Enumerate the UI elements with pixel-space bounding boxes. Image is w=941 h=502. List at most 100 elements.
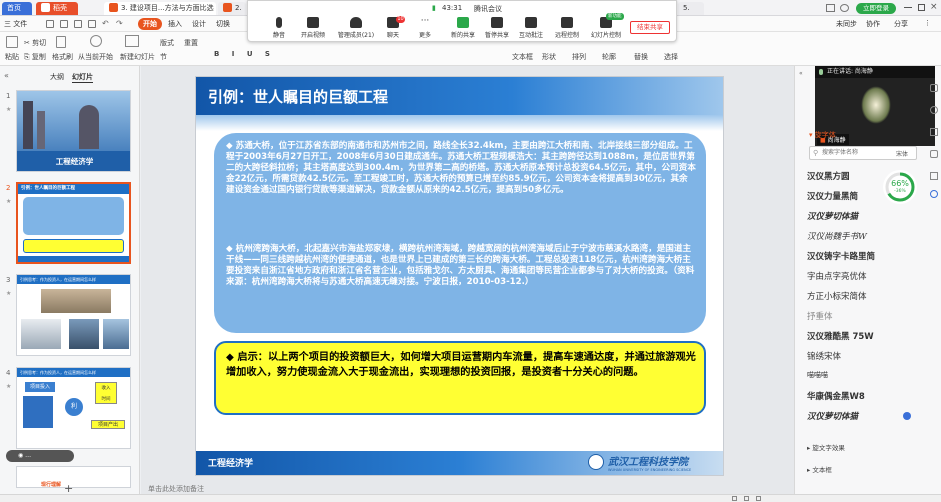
paragraph-hangzhou-bay-bridge[interactable]: ◆ 杭州湾跨海大桥，北起嘉兴市海盐郑家埭，横跨杭州湾海域，跨越宽阔的杭州湾海域后… <box>226 244 696 288</box>
save-icon[interactable] <box>46 20 54 28</box>
slide-thumbnail-5[interactable]: 现行理解 <box>16 466 131 488</box>
paragraph-sutong-bridge[interactable]: ◆ 苏通大桥，位于江苏省东部的南通市和苏州市之间，路线全长32.4km，主要由跨… <box>226 141 696 196</box>
layout-icon[interactable] <box>826 4 835 12</box>
menu-design[interactable]: 设计 <box>192 19 206 29</box>
remote-control-button[interactable]: 远程控制 <box>550 17 584 39</box>
undo-icon[interactable]: ↶ <box>102 19 109 28</box>
font-type-select[interactable]: 宋体 <box>896 149 908 158</box>
shape-button[interactable]: 形状 <box>542 52 556 62</box>
manage-members-button[interactable]: 管理成员(21) <box>336 17 376 39</box>
slide-control-button[interactable]: 幻灯片控制 <box>586 17 626 39</box>
tab-outline[interactable]: 大纲 <box>50 72 64 82</box>
font-style-buttons[interactable]: B I U S <box>214 50 275 58</box>
pause-share-button[interactable]: 暂停共享 <box>480 17 514 39</box>
font-section-title[interactable]: ▾ 旋字体 <box>809 130 836 140</box>
slide-thumbnail-4[interactable]: 引例思考：作为投资人，在运营期间怎么样 项目投入 利 收入 时间 项目产出 <box>16 367 131 449</box>
collaborate-button[interactable]: 协作 <box>866 19 880 29</box>
font-item[interactable]: 汉仪萝切体猫 <box>807 410 858 422</box>
menu-transition[interactable]: 切换 <box>216 19 230 29</box>
mute-button[interactable]: 静音 <box>262 17 296 39</box>
from-current-button[interactable]: 从当前开始 <box>78 52 113 62</box>
view-reading-icon[interactable] <box>756 496 761 501</box>
collapse-right-icon[interactable]: « <box>799 70 803 77</box>
preview-icon[interactable] <box>88 20 96 28</box>
font-item[interactable]: 抒重体 <box>807 310 833 322</box>
tab-docer[interactable]: 稻壳 <box>36 2 78 15</box>
redo-icon[interactable]: ↷ <box>116 19 123 28</box>
font-search-input[interactable] <box>822 148 882 158</box>
font-item[interactable]: 喵喵喵 <box>807 370 828 380</box>
font-item[interactable]: 汉仪尚魏手书W <box>807 230 867 242</box>
timer-icon[interactable] <box>930 172 938 180</box>
help-icon[interactable] <box>930 190 938 198</box>
tab-document-3[interactable]: 3. 建设项目...方法与方面比选 <box>104 2 216 15</box>
print-icon[interactable] <box>74 20 82 28</box>
property-icon[interactable] <box>930 84 938 92</box>
replace-button[interactable]: 替换 <box>634 52 648 62</box>
outline-button[interactable]: 轮廓 <box>602 52 616 62</box>
paste-icon[interactable] <box>6 36 18 48</box>
cut-button[interactable]: ✂ 剪切 <box>24 38 46 48</box>
select-button[interactable]: 选择 <box>664 52 678 62</box>
more-icon[interactable]: ⋮ <box>924 19 931 27</box>
font-item[interactable]: 汉仪铸字卡路里简 <box>807 250 875 262</box>
font-item[interactable]: 汉仪雅酷黑 75W <box>807 330 874 342</box>
text-effect-section[interactable]: ▸ 旋文字效果 <box>807 442 845 452</box>
content-box-blue[interactable]: ◆ 苏通大桥，位于江苏省东部的南通市和苏州市之间，路线全长32.4km，主要由跨… <box>214 133 706 333</box>
close-icon[interactable]: × <box>930 2 938 12</box>
content-box-yellow[interactable]: ◆ 启示：以上两个项目的投资额巨大，如何增大项目运营期内车流量，提高车速通达度，… <box>214 341 706 415</box>
textbox-section[interactable]: ▸ 文本框 <box>807 464 832 474</box>
end-share-button[interactable]: 结束共享 <box>630 21 670 34</box>
font-item[interactable]: 字由点字亮优体 <box>807 270 867 282</box>
menu-start[interactable]: 开始 <box>138 18 162 30</box>
reset-button[interactable]: 重置 <box>184 38 198 48</box>
tab-document-2[interactable]: 2. <box>218 2 246 15</box>
section-button[interactable]: 节 <box>160 52 167 62</box>
maximize-icon[interactable] <box>918 4 925 11</box>
more-button[interactable]: ··· 更多 <box>408 17 442 40</box>
tab-slides[interactable]: 幻灯片 <box>72 72 93 83</box>
annotate-button[interactable]: 互动批注 <box>514 17 548 39</box>
copy-button[interactable]: ⎘ 复制 <box>24 52 46 62</box>
view-sorter-icon[interactable] <box>744 496 749 501</box>
font-item[interactable]: 方正小标宋简体 <box>807 290 867 302</box>
minimize-icon[interactable] <box>904 7 912 8</box>
paste-button[interactable]: 粘贴 <box>5 52 19 62</box>
sync-status[interactable]: 未同步 <box>836 19 857 29</box>
collapse-panel-icon[interactable]: « <box>4 71 9 80</box>
notes-placeholder[interactable]: 单击此处添加备注 <box>148 484 204 494</box>
paragraph-insight[interactable]: ◆ 启示：以上两个项目的投资额巨大，如何增大项目运营期内车流量，提高车速通达度，… <box>226 351 696 380</box>
style-icon[interactable] <box>930 106 938 114</box>
arrange-button[interactable]: 排列 <box>572 52 586 62</box>
share-button[interactable]: 分享 <box>894 19 908 29</box>
skin-icon[interactable] <box>840 4 849 12</box>
file-menu[interactable]: 三 文件 <box>4 19 27 29</box>
font-item[interactable]: 汉仪黑方圆 <box>807 170 850 182</box>
font-item[interactable]: 汉仪力量黑简 <box>807 190 858 202</box>
font-item[interactable]: 华康偶金黑W8 <box>807 390 865 402</box>
play-icon[interactable] <box>90 35 102 47</box>
view-normal-icon[interactable] <box>732 496 737 501</box>
animation-icon[interactable] <box>930 128 938 136</box>
new-share-button[interactable]: 新的共享 <box>446 17 480 39</box>
font-item[interactable]: 汉仪萝切体猫 <box>807 210 858 222</box>
textbox-button[interactable]: 文本框 <box>512 52 533 62</box>
video-button[interactable]: 开启视频 <box>296 17 330 39</box>
login-button[interactable]: 立即登录 <box>856 3 896 14</box>
layout-button[interactable]: 版式 <box>160 38 174 48</box>
slide-thumbnail-1[interactable]: 工程经济学 <box>16 90 131 172</box>
format-painter-button[interactable]: 格式刷 <box>52 52 73 62</box>
speaker-floating-tip[interactable]: ◉ … <box>6 450 74 462</box>
new-slide-icon[interactable] <box>125 35 139 47</box>
current-slide[interactable]: 引例：世人瞩目的巨额工程 ◆ 苏通大桥，位于江苏省东部的南通市和苏州市之间，路线… <box>195 76 724 476</box>
settings-icon[interactable] <box>930 150 938 158</box>
menu-insert[interactable]: 插入 <box>168 19 182 29</box>
tab-document-5[interactable]: 5. <box>678 2 704 15</box>
slide-title[interactable]: 引例：世人瞩目的巨额工程 <box>208 86 388 107</box>
new-slide-button[interactable]: 新建幻灯片 <box>120 52 155 62</box>
font-item[interactable]: 锦绣宋体 <box>807 350 841 362</box>
export-pdf-icon[interactable] <box>60 20 68 28</box>
slide-thumbnail-3[interactable]: 引例思考：作为投资人，在运营期间怎么样 <box>16 274 131 356</box>
slide-thumbnail-2[interactable]: 引例：世人瞩目的巨额工程 <box>16 182 131 264</box>
format-painter-icon[interactable] <box>56 36 66 48</box>
